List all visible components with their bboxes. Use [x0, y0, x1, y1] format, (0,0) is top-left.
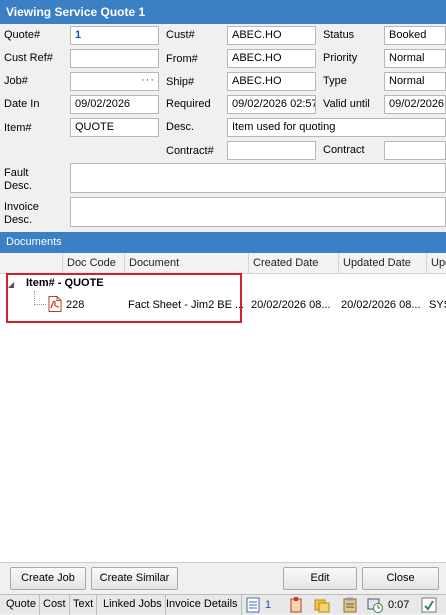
- grid-header-row: Doc Code Document Created Date Updated D…: [0, 253, 446, 274]
- validuntil-label: Valid until: [323, 98, 370, 110]
- job-field[interactable]: ···: [70, 72, 159, 91]
- invoice-desc-field[interactable]: [70, 197, 446, 227]
- fault-label-line1: Fault: [4, 167, 29, 179]
- job-label: Job#: [4, 75, 28, 87]
- from-field[interactable]: ABEC.HO: [227, 49, 316, 68]
- required-field[interactable]: 09/02/2026 02:57: [227, 95, 316, 114]
- contract-label: Contract: [323, 144, 365, 156]
- cust-label[interactable]: Cust#: [166, 29, 195, 41]
- priority-field[interactable]: Normal: [384, 49, 446, 68]
- status-label[interactable]: Status: [323, 29, 354, 41]
- tab-linked-jobs[interactable]: Linked Jobs: [100, 595, 166, 615]
- attachment-icon[interactable]: [288, 597, 304, 613]
- tab-quote[interactable]: Quote: [3, 595, 40, 615]
- desc-label: Desc.: [166, 121, 195, 133]
- status-field[interactable]: Booked: [384, 26, 446, 45]
- column-document[interactable]: Document: [124, 253, 248, 274]
- priority-label[interactable]: Priority: [323, 52, 357, 64]
- window-title: Viewing Service Quote 1: [0, 0, 446, 24]
- column-doc-code[interactable]: Doc Code: [62, 253, 124, 274]
- tab-invoice-details[interactable]: Invoice Details: [163, 595, 242, 615]
- folders-icon[interactable]: [314, 597, 330, 613]
- timer-icon[interactable]: [367, 597, 383, 613]
- ship-field[interactable]: ABEC.HO: [227, 72, 316, 91]
- column-updated-by[interactable]: Upd: [426, 253, 446, 274]
- column-created-date[interactable]: Created Date: [248, 253, 338, 274]
- fault-label-line2: Desc.: [4, 180, 33, 192]
- type-label[interactable]: Type: [323, 75, 347, 87]
- item-field[interactable]: QUOTE: [70, 118, 159, 137]
- clipboard-icon[interactable]: [342, 597, 358, 613]
- row-updated-date[interactable]: 20/02/2026 08...: [341, 299, 425, 311]
- invoice-label-line1: Invoice: [4, 201, 39, 213]
- custref-field[interactable]: [70, 49, 159, 68]
- required-label: Required: [166, 98, 211, 110]
- contract-no-field[interactable]: [227, 141, 316, 160]
- tab-cost[interactable]: Cost: [40, 595, 70, 615]
- desc-field[interactable]: Item used for quoting: [227, 118, 446, 137]
- invoice-label-line2: Desc.: [4, 214, 33, 226]
- edit-button[interactable]: Edit: [283, 567, 357, 590]
- column-updated-date[interactable]: Updated Date: [338, 253, 426, 274]
- tab-text[interactable]: Text: [70, 595, 98, 615]
- contract-no-label[interactable]: Contract#: [166, 145, 214, 157]
- documents-section-header: Documents: [0, 232, 446, 253]
- validuntil-field[interactable]: 09/02/2026: [384, 95, 446, 114]
- contract-field[interactable]: [384, 141, 446, 160]
- type-field[interactable]: Normal: [384, 72, 446, 91]
- datein-label: Date In: [4, 98, 40, 110]
- custref-label: Cust Ref#: [4, 52, 53, 64]
- documents-icon[interactable]: [245, 597, 261, 613]
- ship-label[interactable]: Ship#: [166, 76, 194, 88]
- quote-form: Quote# 1 Cust# ABEC.HO Status Booked Cus…: [0, 24, 446, 231]
- action-button-bar: Create Job Create Similar Edit Close: [0, 563, 446, 593]
- documents-count: 1: [265, 599, 272, 611]
- datein-field[interactable]: 09/02/2026: [70, 95, 159, 114]
- item-label[interactable]: Item#: [4, 122, 32, 134]
- quote-field[interactable]: 1: [70, 26, 159, 45]
- create-job-button[interactable]: Create Job: [10, 567, 86, 590]
- highlight-annotation-box: [6, 273, 242, 323]
- job-lookup-button[interactable]: ···: [141, 74, 155, 86]
- close-button[interactable]: Close: [362, 567, 439, 590]
- cust-field[interactable]: ABEC.HO: [227, 26, 316, 45]
- row-updated-by[interactable]: SYS: [429, 299, 446, 311]
- timer-value: 0:07: [388, 599, 410, 611]
- bottom-tab-bar: Quote Cost Text Linked Jobs Invoice Deta…: [0, 594, 446, 615]
- quote-label: Quote#: [4, 29, 41, 41]
- row-created-date[interactable]: 20/02/2026 08...: [251, 299, 335, 311]
- create-similar-button[interactable]: Create Similar: [91, 567, 178, 590]
- sync-icon[interactable]: [421, 597, 437, 613]
- fault-desc-field[interactable]: [70, 163, 446, 193]
- from-label[interactable]: From#: [166, 53, 198, 65]
